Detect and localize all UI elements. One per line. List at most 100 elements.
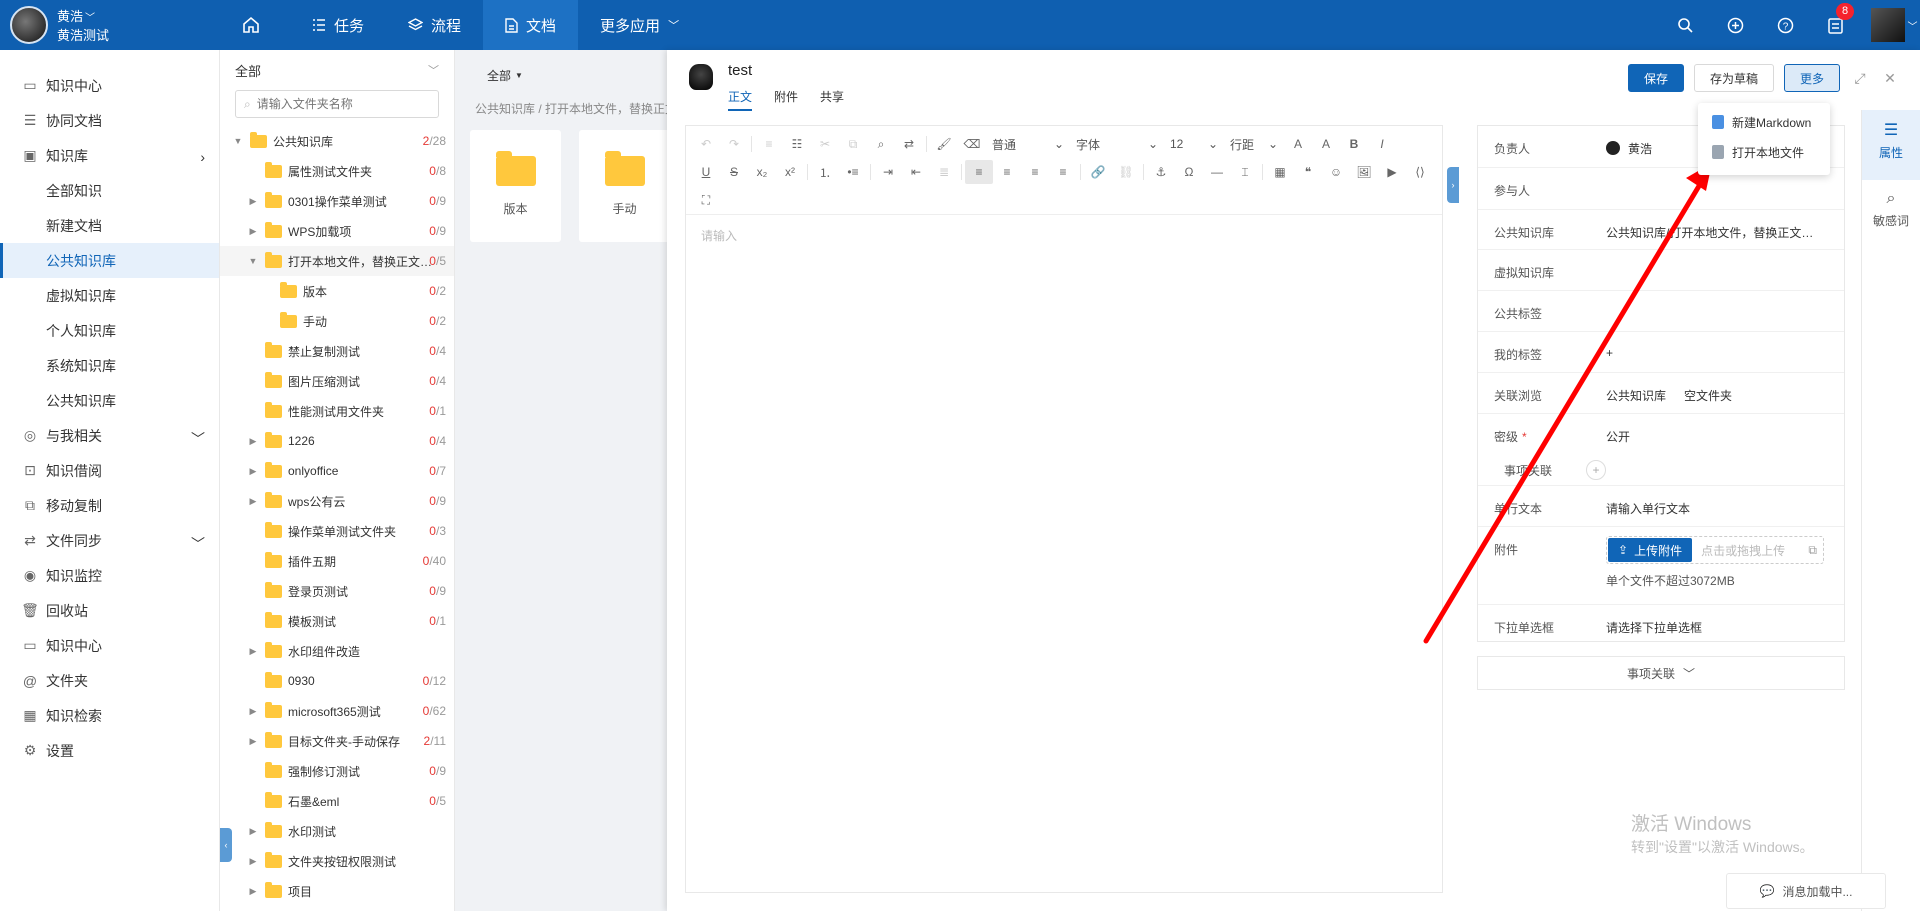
tree-row[interactable]: ▶ 水印组件改造: [220, 636, 454, 666]
caret-right-icon[interactable]: ▶: [247, 886, 259, 897]
sidebar-item-knowledge-center-2[interactable]: ▭ 知识中心: [0, 628, 219, 663]
add-matter-button[interactable]: +: [1586, 460, 1606, 480]
tree-row[interactable]: ▶ WPS加载项 0/9: [220, 216, 454, 246]
menu-item-new-markdown[interactable]: 新建Markdown: [1698, 107, 1830, 137]
format-painter-icon[interactable]: 🖌: [930, 132, 958, 156]
tab-share[interactable]: 共享: [820, 88, 844, 111]
font-size-select[interactable]: 12 ⌄: [1164, 132, 1224, 156]
anchor-icon[interactable]: ⚓: [1147, 160, 1175, 184]
prop-value[interactable]: 公共知识库/打开本地文件，替换正文…: [1606, 210, 1828, 241]
props-collapse-button[interactable]: ›: [1447, 167, 1459, 203]
more-button[interactable]: 更多: [1783, 64, 1840, 92]
sidebar-item-all-knowledge[interactable]: 全部知识: [0, 173, 219, 208]
sidebar-item-settings[interactable]: ⚙ 设置: [0, 733, 219, 768]
clear-format-icon[interactable]: ⌫: [958, 132, 986, 156]
font-color-icon[interactable]: A: [1284, 132, 1312, 156]
paste-icon[interactable]: ⧉: [1808, 543, 1817, 558]
caret-right-icon[interactable]: ▶: [247, 226, 259, 237]
caret-right-icon[interactable]: ▶: [247, 466, 259, 477]
caret-right-icon[interactable]: ▶: [247, 826, 259, 837]
sidebar-item-personal-kb[interactable]: 个人知识库: [0, 313, 219, 348]
sidebar-item-knowledge-center[interactable]: ▭ 知识中心: [0, 68, 219, 103]
fullscreen-icon[interactable]: ⛶: [692, 188, 720, 212]
folder-search-input[interactable]: [256, 97, 427, 111]
tree-row[interactable]: ▶ 目标文件夹-手动保存 2/11: [220, 726, 454, 756]
user-avatar[interactable]: [10, 6, 48, 44]
sidebar-item-file-sync[interactable]: ⇄ 文件同步 ﹀: [0, 523, 219, 558]
share-icon[interactable]: ⟨⟩: [1406, 160, 1434, 184]
notification-button[interactable]: 8: [1810, 2, 1860, 34]
caret-right-icon[interactable]: ▶: [247, 856, 259, 867]
tree-row[interactable]: 石墨&eml 0/5: [220, 786, 454, 816]
tree-row[interactable]: 登录页测试 0/9: [220, 576, 454, 606]
sidebar-item-related[interactable]: ◎ 与我相关 ﹀: [0, 418, 219, 453]
align-left-icon[interactable]: ≡: [965, 160, 993, 184]
upload-button[interactable]: ⇪ 上传附件: [1608, 538, 1693, 562]
tree-row[interactable]: 手动 0/2: [220, 306, 454, 336]
sidebar-item-search[interactable]: ▦ 知识检索: [0, 698, 219, 733]
align-center-icon[interactable]: ≡: [993, 160, 1021, 184]
tree-row[interactable]: ▶ onlyoffice 0/7: [220, 456, 454, 486]
sidebar-item-move-copy[interactable]: ⧉ 移动复制: [0, 488, 219, 523]
tree-filter[interactable]: 全部 ﹀: [220, 50, 454, 90]
caret-right-icon[interactable]: ▶: [247, 706, 259, 717]
italic-icon[interactable]: I: [1368, 132, 1396, 156]
profile-menu[interactable]: ﹀: [1860, 8, 1920, 42]
caret-right-icon[interactable]: ▶: [247, 496, 259, 507]
replace-icon[interactable]: ⇄: [895, 132, 923, 156]
nav-flow[interactable]: 流程: [386, 0, 483, 50]
line-height-select[interactable]: 行距 ⌄: [1224, 132, 1284, 156]
nav-tasks[interactable]: 任务: [290, 0, 386, 50]
tab-attachments[interactable]: 附件: [774, 88, 798, 111]
subscript-icon[interactable]: x₂: [748, 160, 776, 184]
highlight-icon[interactable]: A: [1312, 132, 1340, 156]
tab-body[interactable]: 正文: [728, 88, 753, 111]
add-tag-button[interactable]: +: [1606, 332, 1828, 360]
tree-row[interactable]: 性能测试用文件夹 0/1: [220, 396, 454, 426]
tree-row[interactable]: ▶ 1226 0/4: [220, 426, 454, 456]
nav-docs[interactable]: 文档: [483, 0, 579, 50]
user-info[interactable]: 黄浩 ﹀ 黄浩测试: [57, 8, 109, 44]
page-break-icon[interactable]: ⌶: [1231, 160, 1259, 184]
close-icon[interactable]: ✕: [1880, 70, 1900, 87]
prop-value[interactable]: 公开: [1606, 414, 1828, 445]
find-icon[interactable]: ⌕: [867, 132, 895, 156]
link-icon[interactable]: 🔗: [1084, 160, 1112, 184]
tree-row[interactable]: ▶ 项目: [220, 876, 454, 906]
tree-row[interactable]: ▶ wps公有云 0/9: [220, 486, 454, 516]
sidebar-item-collab-docs[interactable]: ☰ 协同文档: [0, 103, 219, 138]
prop-virtual-kb[interactable]: 虚拟知识库: [1478, 250, 1844, 291]
nav-home[interactable]: [220, 0, 290, 50]
caret-right-icon[interactable]: ▶: [247, 736, 259, 747]
rail-sensitive[interactable]: ⌕ 敏感词: [1862, 180, 1920, 250]
superscript-icon[interactable]: x²: [776, 160, 804, 184]
ordered-list-icon[interactable]: ⒈: [811, 160, 839, 184]
sidebar-item-public-kb[interactable]: 公共知识库: [0, 243, 219, 278]
tree-row[interactable]: 强制修订测试 0/9: [220, 756, 454, 786]
caret-right-icon[interactable]: ▶: [247, 196, 259, 207]
tree-row[interactable]: 图片压缩测试 0/4: [220, 366, 454, 396]
caret-down-icon[interactable]: ▼: [232, 136, 244, 146]
message-loading[interactable]: 💬 消息加载中...: [1726, 873, 1886, 909]
tree-row[interactable]: ▶ 文件夹按钮权限测试: [220, 846, 454, 876]
tree-row[interactable]: ▼ 公共知识库 2/28: [220, 126, 454, 156]
undo-icon[interactable]: ↶: [692, 132, 720, 156]
main-filter[interactable]: 全部 ▼: [455, 50, 670, 100]
tree-row[interactable]: 版本 0/2: [220, 276, 454, 306]
sidebar-item-public-kb-2[interactable]: 公共知识库: [0, 383, 219, 418]
sidebar-item-recycle[interactable]: 🗑 回收站: [0, 593, 219, 628]
table-icon[interactable]: ▦: [1266, 160, 1294, 184]
tree-row[interactable]: ▶ 0301操作菜单测试 0/9: [220, 186, 454, 216]
tree-row[interactable]: 插件五期 0/40: [220, 546, 454, 576]
sidebar-item-system-kb[interactable]: 系统知识库: [0, 348, 219, 383]
bold-icon[interactable]: B: [1340, 132, 1368, 156]
tree-row[interactable]: 0930 0/12: [220, 666, 454, 696]
add-button[interactable]: [1710, 17, 1760, 34]
quote-icon[interactable]: ❝: [1294, 160, 1322, 184]
single-text-input[interactable]: 请输入单行文本: [1606, 486, 1828, 517]
outdent-icon[interactable]: ⇤: [902, 160, 930, 184]
caret-right-icon[interactable]: ▶: [247, 436, 259, 447]
tree-row[interactable]: 操作菜单测试文件夹 0/3: [220, 516, 454, 546]
tree-row[interactable]: 属性测试文件夹 0/8: [220, 156, 454, 186]
sidebar-item-virtual-kb[interactable]: 虚拟知识库: [0, 278, 219, 313]
